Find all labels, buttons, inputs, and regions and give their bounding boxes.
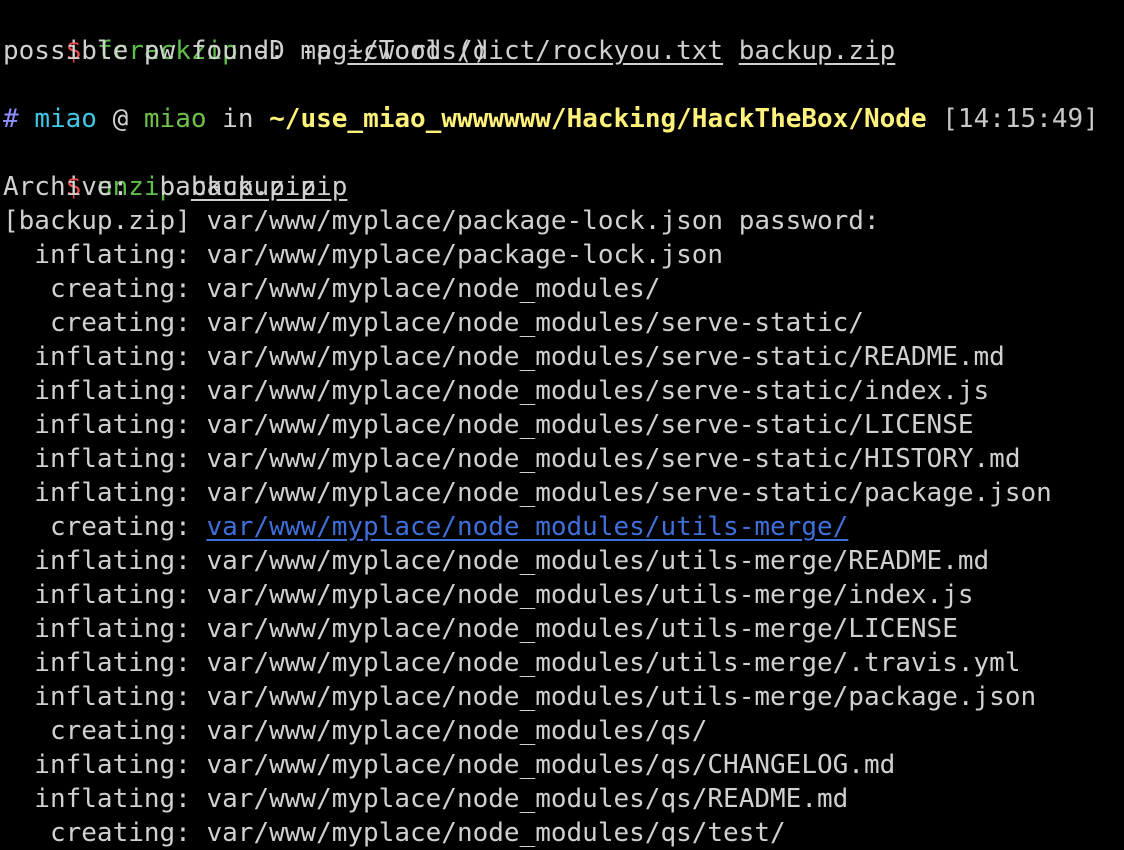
unzip-output-list: inflating: var/www/myplace/package-lock.… [3,238,1124,850]
output-path: var/www/myplace/node_modules/qs/ [206,716,708,746]
prompt-path: ~/use_miao_wwwwwww/Hacking/HackTheBox/No… [269,104,927,134]
output-line: inflating: var/www/myplace/node_modules/… [3,612,1124,646]
output-path: var/www/myplace/node_modules/utils-merge… [206,682,1037,712]
output-path: var/www/myplace/node_modules/serve-stati… [206,376,990,406]
output-path: var/www/myplace/package-lock.json [206,240,724,270]
output-line: creating: var/www/myplace/node_modules/q… [3,816,1124,850]
output-line: inflating: var/www/myplace/node_modules/… [3,680,1124,714]
output-path: var/www/myplace/node_modules/serve-stati… [206,342,1005,372]
command-separator [723,36,739,66]
output-path: var/www/myplace/node_modules/utils-merge… [206,614,958,644]
output-line: inflating: var/www/myplace/node_modules/… [3,374,1124,408]
prompt-host: miao [143,104,207,134]
output-path: var/www/myplace/node_modules/serve-stati… [206,410,974,440]
output-action: creating: [3,308,207,338]
output-action: inflating: [3,342,207,372]
output-archive: Archive: backup.zip [3,172,317,202]
output-path: var/www/myplace/node_modules/utils-merge… [206,648,1021,678]
output-path: var/www/myplace/node_modules/serve-stati… [206,478,1052,508]
output-path: var/www/myplace/node_modules/serve-stati… [206,308,864,338]
output-password-prompt[interactable]: [backup.zip] var/www/myplace/package-loc… [3,204,1124,238]
command-line-fcrackzip: $ fcrackzip -D -p ~/Tools/dict/rockyou.t… [3,0,1124,66]
output-line: inflating: var/www/myplace/node_modules/… [3,578,1124,612]
output-line: creating: var/www/myplace/node_modules/ [3,272,1124,306]
output-action: inflating: [3,682,207,712]
output-line: creating: var/www/myplace/node_modules/s… [3,306,1124,340]
output-line: inflating: var/www/myplace/node_modules/… [3,408,1124,442]
output-line: inflating: var/www/myplace/node_modules/… [3,782,1124,816]
prompt-user: miao [34,104,97,134]
prompt-time: [14:15:49] [926,104,1099,134]
output-action: creating: [3,274,207,304]
output-action: inflating: [3,784,207,814]
output-action: inflating: [3,444,207,474]
output-action: inflating: [3,478,207,508]
output-line: inflating: var/www/myplace/node_modules/… [3,544,1124,578]
output-line: inflating: var/www/myplace/node_modules/… [3,442,1124,476]
output-action: creating: [3,512,207,542]
output-action: inflating: [3,376,207,406]
output-path: var/www/myplace/node_modules/serve-stati… [206,444,1021,474]
output-line: inflating: var/www/myplace/package-lock.… [3,238,1124,272]
output-line: inflating: var/www/myplace/node_modules/… [3,340,1124,374]
output-path: var/www/myplace/node_modules/qs/CHANGELO… [206,750,896,780]
output-action: inflating: [3,614,207,644]
output-action: creating: [3,716,207,746]
output-action: inflating: [3,410,207,440]
output-action: inflating: [3,546,207,576]
output-path: var/www/myplace/node_modules/qs/test/ [206,818,786,848]
output-line: inflating: var/www/myplace/node_modules/… [3,748,1124,782]
prompt-header: # miao @ miao in ~/use_miao_wwwwwww/Hack… [3,102,1124,136]
output-line: inflating: var/www/myplace/node_modules/… [3,476,1124,510]
prompt-at: @ [96,104,144,134]
output-action: creating: [3,818,207,848]
output-path-link[interactable]: var/www/myplace/node_modules/utils-merge… [207,512,849,542]
output-action: inflating: [3,580,207,610]
command-line-unzip: $ unzip backup.zip [3,136,1124,202]
command-arg-zipfile: backup.zip [738,36,896,66]
output-action: inflating: [3,750,207,780]
output-path: var/www/myplace/node_modules/utils-merge… [206,546,990,576]
output-path: var/www/myplace/node_modules/qs/README.m… [206,784,849,814]
output-line: inflating: var/www/myplace/node_modules/… [3,646,1124,680]
terminal-window[interactable]: $ fcrackzip -D -p ~/Tools/dict/rockyou.t… [3,0,1124,850]
prompt-in: in [206,104,270,134]
output-path: var/www/myplace/node_modules/utils-merge… [206,580,974,610]
output-path: var/www/myplace/node_modules/ [206,274,661,304]
output-action: inflating: [3,648,207,678]
output-action: inflating: [3,240,207,270]
output-line: creating: var/www/myplace/node_modules/u… [3,510,1124,544]
prompt-hash: # [3,104,19,134]
output-line: creating: var/www/myplace/node_modules/q… [3,714,1124,748]
